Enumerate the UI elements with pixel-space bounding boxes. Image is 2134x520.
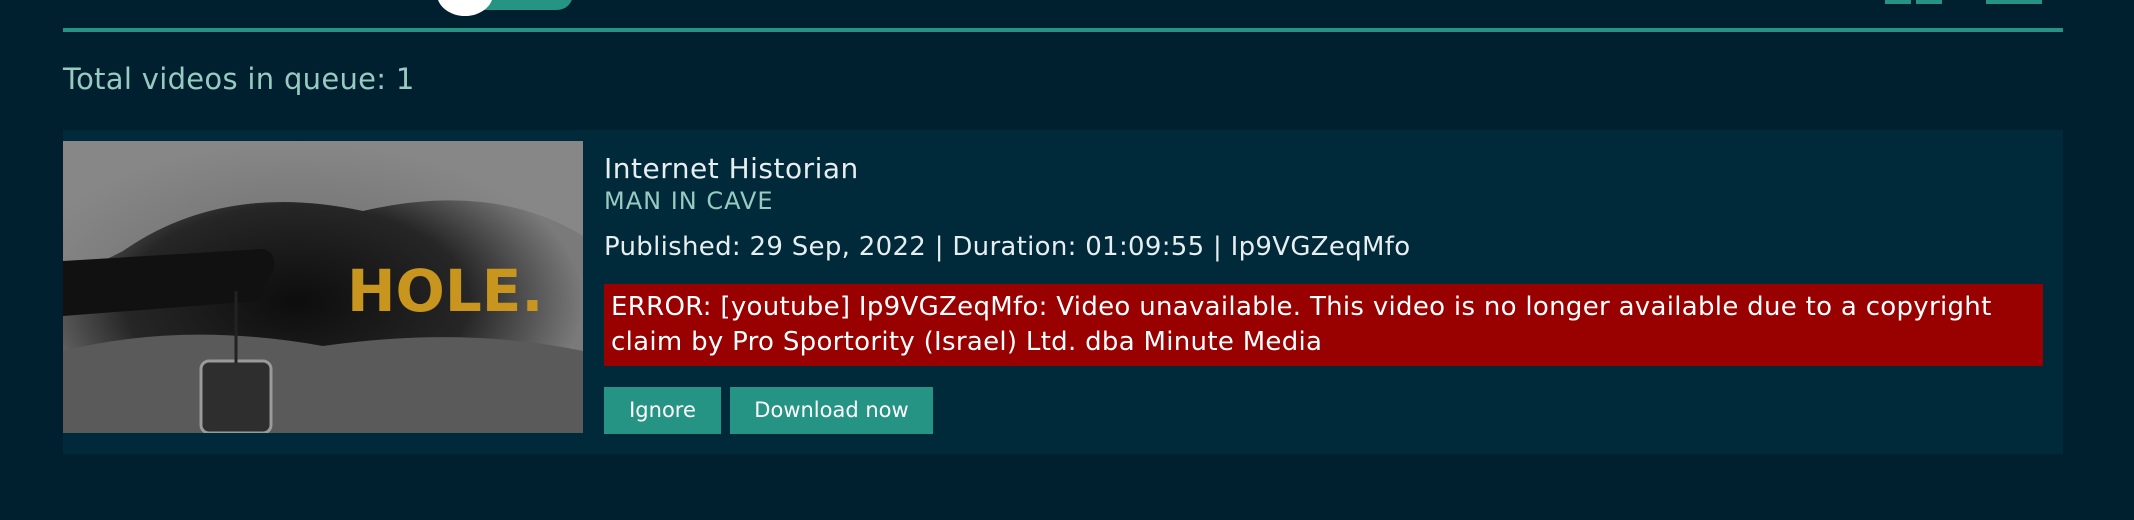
video-metadata: Published: 29 Sep, 2022 | Duration: 01:0…	[604, 232, 1411, 262]
channel-name[interactable]: Internet Historian	[604, 152, 859, 185]
thumbnail-caption: HOLE.	[347, 257, 543, 325]
toggle-knob[interactable]	[437, 0, 493, 16]
download-now-button[interactable]: Download now	[730, 387, 933, 434]
list-view-icon[interactable]	[1916, 0, 1942, 4]
grid-view-icon[interactable]	[1885, 0, 1911, 4]
video-thumbnail[interactable]: HOLE.	[63, 141, 583, 433]
section-divider	[63, 28, 2063, 32]
error-message: ERROR: [youtube] Ip9VGZeqMfo: Video unav…	[604, 284, 2043, 366]
queue-item-card: HOLE. Internet Historian MAN IN CAVE Pub…	[63, 130, 2063, 454]
queue-count-heading: Total videos in queue: 1	[63, 62, 415, 96]
video-title[interactable]: MAN IN CAVE	[604, 187, 774, 215]
toolbar-button[interactable]	[1986, 0, 2042, 4]
view-toggle-switch[interactable]	[437, 0, 573, 16]
ignore-button[interactable]: Ignore	[604, 387, 721, 434]
thumbnail-image: HOLE.	[63, 141, 583, 433]
